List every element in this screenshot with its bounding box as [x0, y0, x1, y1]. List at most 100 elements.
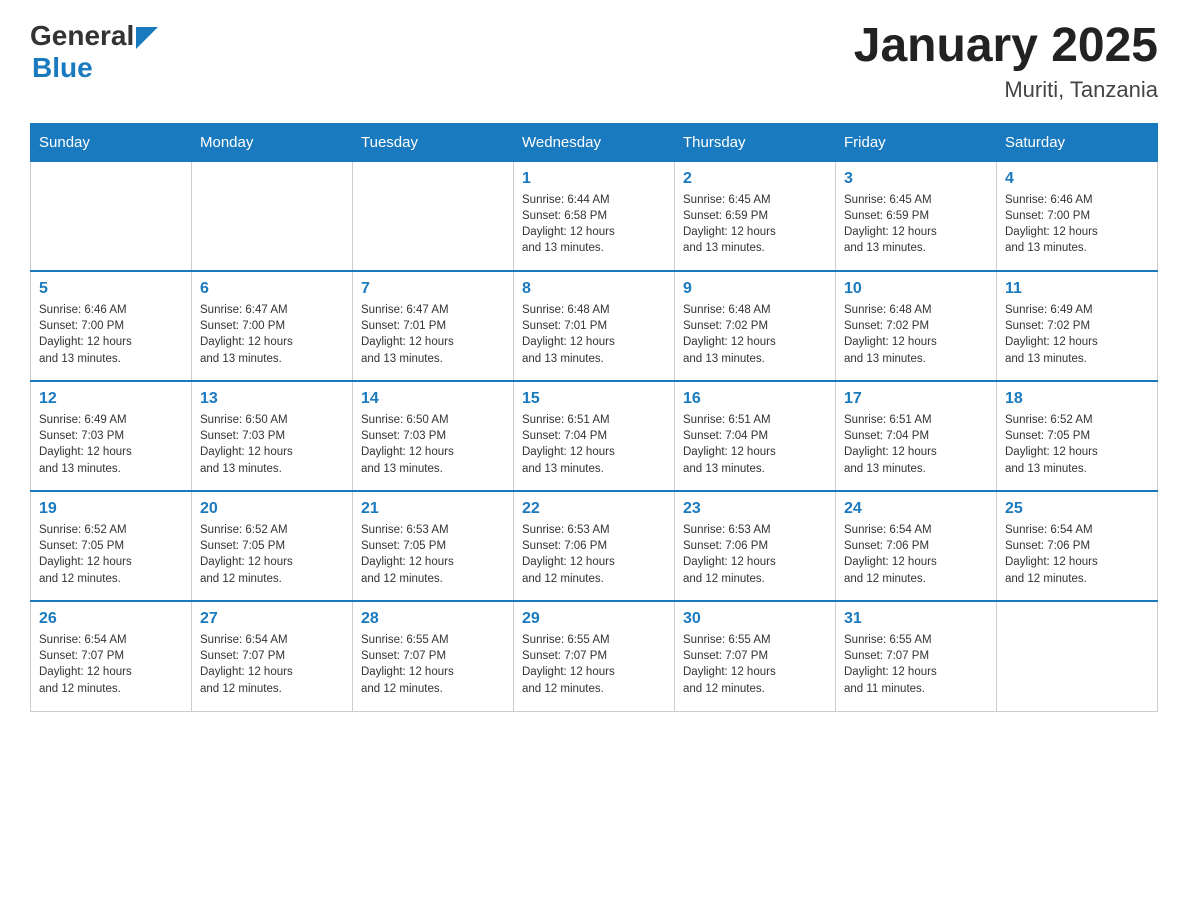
- day-info: Sunrise: 6:51 AMSunset: 7:04 PMDaylight:…: [522, 412, 666, 476]
- calendar-cell: 2 Sunrise: 6:45 AMSunset: 6:59 PMDaylight…: [675, 161, 836, 271]
- calendar-cell: 19Sunrise: 6:52 AMSunset: 7:05 PMDayligh…: [31, 491, 192, 601]
- logo: General Blue: [30, 20, 158, 84]
- day-number: 21: [361, 500, 505, 518]
- day-info: Sunrise: 6:51 AMSunset: 7:04 PMDaylight:…: [844, 412, 988, 476]
- day-number: 5: [39, 280, 183, 298]
- calendar-cell: 30Sunrise: 6:55 AMSunset: 7:07 PMDayligh…: [675, 601, 836, 711]
- calendar-cell: 18 Sunrise: 6:52 AMSunset: 7:05 PMDayligh…: [997, 381, 1158, 491]
- calendar-cell: 23Sunrise: 6:53 AMSunset: 7:06 PMDayligh…: [675, 491, 836, 601]
- calendar-cell: 31Sunrise: 6:55 AMSunset: 7:07 PMDayligh…: [836, 601, 997, 711]
- day-info: Sunrise: 6:54 AMSunset: 7:07 PMDaylight:…: [200, 632, 344, 696]
- day-number: 2: [683, 170, 827, 188]
- day-info: Sunrise: 6:53 AMSunset: 7:05 PMDaylight:…: [361, 522, 505, 586]
- day-info: Sunrise: 6:53 AMSunset: 7:06 PMDaylight:…: [683, 522, 827, 586]
- day-number: 17: [844, 390, 988, 408]
- day-number: 12: [39, 390, 183, 408]
- calendar-body: 1Sunrise: 6:44 AMSunset: 6:58 PMDaylight…: [31, 161, 1158, 711]
- day-number: 7: [361, 280, 505, 298]
- logo-general: General: [30, 20, 134, 52]
- day-number: 15: [522, 390, 666, 408]
- calendar-cell: 6 Sunrise: 6:47 AMSunset: 7:00 PMDaylight…: [192, 271, 353, 381]
- day-info: Sunrise: 6:46 AMSunset: 7:00 PMDaylight:…: [1005, 192, 1149, 256]
- calendar-table: Sunday Monday Tuesday Wednesday Thursday…: [30, 123, 1158, 712]
- day-info: Sunrise: 6:49 AMSunset: 7:02 PMDaylight:…: [1005, 302, 1149, 366]
- calendar-week-row: 26 Sunrise: 6:54 AMSunset: 7:07 PMDayligh…: [31, 601, 1158, 711]
- calendar-cell: 25 Sunrise: 6:54 AMSunset: 7:06 PMDayligh…: [997, 491, 1158, 601]
- day-number: 29: [522, 610, 666, 628]
- calendar-week-row: 19 Sunrise: 6:52 AMSunset: 7:05 PMDayligh…: [31, 491, 1158, 601]
- day-info: Sunrise: 6:54 AMSunset: 7:06 PMDaylight:…: [1005, 522, 1149, 586]
- day-info: Sunrise: 6:44 AMSunset: 6:58 PMDaylight:…: [522, 192, 666, 256]
- calendar-cell: [192, 161, 353, 271]
- calendar-cell: 4 Sunrise: 6:46 AMSunset: 7:00 PMDaylight…: [997, 161, 1158, 271]
- calendar-cell: [31, 161, 192, 271]
- logo-blue: Blue: [32, 52, 93, 84]
- location-subtitle: Muriti, Tanzania: [854, 77, 1158, 103]
- day-number: 31: [844, 610, 988, 628]
- day-number: 22: [522, 500, 666, 518]
- calendar-cell: 9 Sunrise: 6:48 AMSunset: 7:02 PMDaylight…: [675, 271, 836, 381]
- day-info: Sunrise: 6:49 AMSunset: 7:03 PMDaylight:…: [39, 412, 183, 476]
- header-thursday: Thursday: [675, 123, 836, 161]
- day-info: Sunrise: 6:45 AMSunset: 6:59 PMDaylight:…: [844, 192, 988, 256]
- calendar-cell: 20 Sunrise: 6:52 AMSunset: 7:05 PMDayligh…: [192, 491, 353, 601]
- day-number: 13: [200, 390, 344, 408]
- month-year-title: January 2025: [854, 20, 1158, 73]
- calendar-cell: 29Sunrise: 6:55 AMSunset: 7:07 PMDayligh…: [514, 601, 675, 711]
- calendar-week-row: 1Sunrise: 6:44 AMSunset: 6:58 PMDaylight…: [31, 161, 1158, 271]
- calendar-cell: 7 Sunrise: 6:47 AMSunset: 7:01 PMDaylight…: [353, 271, 514, 381]
- day-number: 26: [39, 610, 183, 628]
- day-number: 9: [683, 280, 827, 298]
- header-friday: Friday: [836, 123, 997, 161]
- day-info: Sunrise: 6:47 AMSunset: 7:01 PMDaylight:…: [361, 302, 505, 366]
- header-saturday: Saturday: [997, 123, 1158, 161]
- calendar-cell: [353, 161, 514, 271]
- day-number: 19: [39, 500, 183, 518]
- calendar-cell: 8 Sunrise: 6:48 AMSunset: 7:01 PMDaylight…: [514, 271, 675, 381]
- day-number: 25: [1005, 500, 1149, 518]
- day-info: Sunrise: 6:50 AMSunset: 7:03 PMDaylight:…: [200, 412, 344, 476]
- day-info: Sunrise: 6:48 AMSunset: 7:02 PMDaylight:…: [683, 302, 827, 366]
- calendar-header-row: Sunday Monday Tuesday Wednesday Thursday…: [31, 123, 1158, 161]
- day-info: Sunrise: 6:50 AMSunset: 7:03 PMDaylight:…: [361, 412, 505, 476]
- day-info: Sunrise: 6:52 AMSunset: 7:05 PMDaylight:…: [1005, 412, 1149, 476]
- day-number: 6: [200, 280, 344, 298]
- calendar-cell: 28 Sunrise: 6:55 AMSunset: 7:07 PMDayligh…: [353, 601, 514, 711]
- day-number: 28: [361, 610, 505, 628]
- day-info: Sunrise: 6:51 AMSunset: 7:04 PMDaylight:…: [683, 412, 827, 476]
- day-number: 4: [1005, 170, 1149, 188]
- calendar-cell: 27 Sunrise: 6:54 AMSunset: 7:07 PMDayligh…: [192, 601, 353, 711]
- day-info: Sunrise: 6:47 AMSunset: 7:00 PMDaylight:…: [200, 302, 344, 366]
- calendar-week-row: 5 Sunrise: 6:46 AMSunset: 7:00 PMDaylight…: [31, 271, 1158, 381]
- page-header: General Blue January 2025 Muriti, Tanzan…: [30, 20, 1158, 103]
- calendar-cell: 1Sunrise: 6:44 AMSunset: 6:58 PMDaylight…: [514, 161, 675, 271]
- day-number: 8: [522, 280, 666, 298]
- header-wednesday: Wednesday: [514, 123, 675, 161]
- day-number: 18: [1005, 390, 1149, 408]
- day-info: Sunrise: 6:54 AMSunset: 7:06 PMDaylight:…: [844, 522, 988, 586]
- day-number: 27: [200, 610, 344, 628]
- calendar-cell: 12 Sunrise: 6:49 AMSunset: 7:03 PMDayligh…: [31, 381, 192, 491]
- day-number: 24: [844, 500, 988, 518]
- day-info: Sunrise: 6:46 AMSunset: 7:00 PMDaylight:…: [39, 302, 183, 366]
- calendar-cell: 17 Sunrise: 6:51 AMSunset: 7:04 PMDayligh…: [836, 381, 997, 491]
- calendar-cell: 13 Sunrise: 6:50 AMSunset: 7:03 PMDayligh…: [192, 381, 353, 491]
- calendar-cell: 22Sunrise: 6:53 AMSunset: 7:06 PMDayligh…: [514, 491, 675, 601]
- day-number: 30: [683, 610, 827, 628]
- day-number: 20: [200, 500, 344, 518]
- header-sunday: Sunday: [31, 123, 192, 161]
- calendar-cell: 10Sunrise: 6:48 AMSunset: 7:02 PMDayligh…: [836, 271, 997, 381]
- day-info: Sunrise: 6:52 AMSunset: 7:05 PMDaylight:…: [200, 522, 344, 586]
- day-info: Sunrise: 6:54 AMSunset: 7:07 PMDaylight:…: [39, 632, 183, 696]
- day-info: Sunrise: 6:55 AMSunset: 7:07 PMDaylight:…: [361, 632, 505, 696]
- calendar-cell: 11Sunrise: 6:49 AMSunset: 7:02 PMDayligh…: [997, 271, 1158, 381]
- calendar-cell: 26 Sunrise: 6:54 AMSunset: 7:07 PMDayligh…: [31, 601, 192, 711]
- day-number: 10: [844, 280, 988, 298]
- day-info: Sunrise: 6:48 AMSunset: 7:01 PMDaylight:…: [522, 302, 666, 366]
- calendar-cell: 16Sunrise: 6:51 AMSunset: 7:04 PMDayligh…: [675, 381, 836, 491]
- day-info: Sunrise: 6:45 AMSunset: 6:59 PMDaylight:…: [683, 192, 827, 256]
- calendar-cell: [997, 601, 1158, 711]
- calendar-cell: 15 Sunrise: 6:51 AMSunset: 7:04 PMDayligh…: [514, 381, 675, 491]
- day-number: 14: [361, 390, 505, 408]
- header-monday: Monday: [192, 123, 353, 161]
